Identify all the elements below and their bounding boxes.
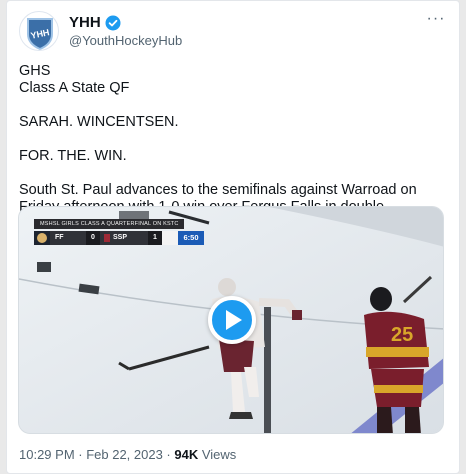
author-display-name[interactable]: YHH <box>69 14 121 32</box>
video-player[interactable]: 25 MSHSL GIRLS CLASS A QUARTERFINAL ON K… <box>18 206 444 434</box>
views-label: Views <box>198 447 237 462</box>
tweet-header: YHH YHH @YouthHockeyHub ··· <box>19 11 449 51</box>
scorebug-team1: FF <box>50 231 86 245</box>
tweet-meta: 10:29 PM · Feb 22, 2023 · 94K Views <box>19 447 236 463</box>
scorebug: MSHSL GIRLS CLASS A QUARTERFINAL ON KSTC… <box>34 219 222 247</box>
verified-badge-icon <box>105 15 121 31</box>
display-name-text[interactable]: YHH <box>69 14 101 32</box>
scorebug-period <box>162 231 178 245</box>
yhh-shield-logo: YHH <box>27 18 53 50</box>
tweet-card[interactable]: YHH YHH @YouthHockeyHub ··· GHS Class A … <box>6 0 460 474</box>
scorebug-score2: 1 <box>148 231 162 245</box>
author-names: YHH @YouthHockeyHub <box>69 14 182 50</box>
scorebug-team2: SSP <box>113 234 128 241</box>
play-button[interactable] <box>208 296 256 344</box>
jersey-number: 25 <box>391 324 413 346</box>
scorebug-clock: 6:50 <box>178 231 204 245</box>
avatar[interactable]: YHH <box>19 11 59 51</box>
scorebug-title: MSHSL GIRLS CLASS A QUARTERFINAL ON KSTC <box>34 219 184 229</box>
tweet-line: GHS <box>19 63 51 79</box>
scorebug-score1: 0 <box>86 231 100 245</box>
team2-flag-icon <box>104 234 110 242</box>
views-count[interactable]: 94K <box>174 447 198 462</box>
author-handle[interactable]: @YouthHockeyHub <box>69 32 182 50</box>
tweet-line: SARAH. WINCENTSEN. <box>19 114 179 130</box>
play-icon <box>226 310 242 330</box>
network-logo-icon <box>34 231 50 245</box>
tweet-line: FOR. THE. WIN. <box>19 148 127 164</box>
tweet-line: Class A State QF <box>19 80 130 96</box>
tweet-timestamp[interactable]: 10:29 PM · Feb 22, 2023 · <box>19 447 174 462</box>
tweet-line-break <box>19 165 445 182</box>
scorebug-row: FF 0 SSP 1 6:50 <box>34 231 204 245</box>
tweet-line-break <box>19 131 445 148</box>
more-dots-icon[interactable]: ··· <box>425 11 447 31</box>
scorebug-team2-box: SSP <box>100 231 148 245</box>
tweet-line-break <box>19 97 445 114</box>
